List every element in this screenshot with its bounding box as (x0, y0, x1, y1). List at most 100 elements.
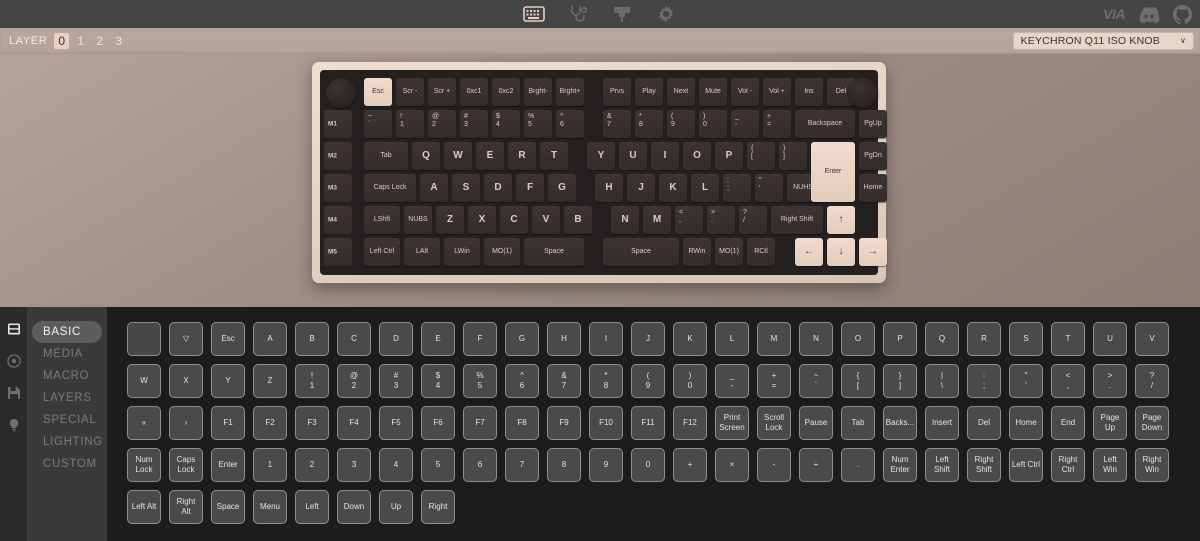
picker-key[interactable]: Space (211, 490, 245, 524)
save-rail-icon[interactable] (6, 385, 21, 400)
picker-key[interactable]: Left Win (1093, 448, 1127, 482)
picker-key[interactable]: Left Alt (127, 490, 161, 524)
picker-key[interactable]: Page Up (1093, 406, 1127, 440)
picker-key[interactable]: Print Screen (715, 406, 749, 440)
right-knob[interactable] (848, 78, 878, 108)
picker-key[interactable]: F3 (295, 406, 329, 440)
picker-key[interactable]: V (1135, 322, 1169, 356)
picker-key[interactable]: Backs... (883, 406, 917, 440)
picker-key[interactable]: Num Enter (883, 448, 917, 482)
keycap[interactable]: Right Shift (771, 206, 823, 234)
menu-item-custom[interactable]: CUSTOM (32, 453, 102, 475)
keycap[interactable]: % 5 (524, 110, 552, 138)
picker-key[interactable]: 2 (295, 448, 329, 482)
keycap[interactable]: : ; (723, 174, 751, 202)
picker-key[interactable]: Del (967, 406, 1001, 440)
keycap[interactable]: U (619, 142, 647, 170)
keycap[interactable]: ↓ (827, 238, 855, 266)
picker-key[interactable]: ~ ` (799, 364, 833, 398)
picker-key[interactable]: + = (757, 364, 791, 398)
picker-key[interactable]: F2 (253, 406, 287, 440)
picker-key[interactable]: I (589, 322, 623, 356)
keycap[interactable]: Ins (795, 78, 823, 106)
stethoscope-icon[interactable] (567, 3, 589, 25)
keyboard-rail-icon[interactable] (6, 321, 21, 336)
picker-key[interactable]: X (169, 364, 203, 398)
picker-key[interactable]: - (757, 448, 791, 482)
picker-key[interactable]: D (379, 322, 413, 356)
picker-key[interactable]: E (421, 322, 455, 356)
picker-key[interactable]: R (967, 322, 1001, 356)
picker-key[interactable]: Pause (799, 406, 833, 440)
picker-key[interactable]: 4 (379, 448, 413, 482)
picker-key[interactable]: % 5 (463, 364, 497, 398)
keycap[interactable]: G (548, 174, 576, 202)
picker-key[interactable]: Left (295, 490, 329, 524)
keycap[interactable]: 0xc2 (492, 78, 520, 106)
picker-key[interactable]: A (253, 322, 287, 356)
picker-key[interactable]: Tab (841, 406, 875, 440)
picker-key[interactable]: F7 (463, 406, 497, 440)
keycap[interactable]: W (444, 142, 472, 170)
picker-key[interactable]: ÷ (799, 448, 833, 482)
keycap[interactable]: Play (635, 78, 663, 106)
menu-item-layers[interactable]: LAYERS (32, 387, 102, 409)
macro-key-m4[interactable]: M4 (324, 206, 352, 234)
picker-key[interactable]: T (1051, 322, 1085, 356)
keycap[interactable]: _ - (731, 110, 759, 138)
layer-chip-2[interactable]: 2 (92, 33, 107, 49)
picker-key[interactable]: { [ (841, 364, 875, 398)
picker-key[interactable]: F1 (211, 406, 245, 440)
keycap[interactable]: H (595, 174, 623, 202)
keycap[interactable]: A (420, 174, 448, 202)
keycap[interactable]: + = (763, 110, 791, 138)
macro-key-m1[interactable]: M1 (324, 110, 352, 138)
keycap[interactable]: ← (795, 238, 823, 266)
keycap[interactable]: PgUp (859, 110, 887, 138)
keycap[interactable]: ! 1 (396, 110, 424, 138)
picker-key[interactable]: F9 (547, 406, 581, 440)
picker-key[interactable]: ^ 6 (505, 364, 539, 398)
picker-key[interactable]: 3 (337, 448, 371, 482)
picker-key[interactable]: Left Ctrl (1009, 448, 1043, 482)
keycap[interactable]: ) 0 (699, 110, 727, 138)
picker-key[interactable]: Esc (211, 322, 245, 356)
menu-item-media[interactable]: MEDIA (32, 343, 102, 365)
picker-key[interactable]: Home (1009, 406, 1043, 440)
keycap[interactable]: @ 2 (428, 110, 456, 138)
keycap[interactable]: RWin (683, 238, 711, 266)
macro-key-m5[interactable]: M5 (324, 238, 352, 266)
picker-key[interactable]: 6 (463, 448, 497, 482)
picker-key[interactable]: Q (925, 322, 959, 356)
picker-key[interactable]: K (673, 322, 707, 356)
picker-key[interactable]: : ; (967, 364, 1001, 398)
picker-key[interactable]: + (673, 448, 707, 482)
picker-key[interactable]: J (631, 322, 665, 356)
keycap[interactable]: M (643, 206, 671, 234)
keycap[interactable]: C (500, 206, 528, 234)
picker-key[interactable]: & 7 (547, 364, 581, 398)
picker-key[interactable]: 1 (253, 448, 287, 482)
picker-key[interactable]: H (547, 322, 581, 356)
keycap[interactable]: ↑ (827, 206, 855, 234)
picker-key[interactable]: ▽ (169, 322, 203, 356)
keycap[interactable]: & 7 (603, 110, 631, 138)
keycap[interactable]: Space (524, 238, 584, 266)
record-rail-icon[interactable] (6, 353, 21, 368)
picker-key[interactable]: O (841, 322, 875, 356)
picker-key[interactable]: › (169, 406, 203, 440)
keycap[interactable]: } ] (779, 142, 807, 170)
picker-key[interactable]: " ' (1009, 364, 1043, 398)
keycap[interactable]: Tab (364, 142, 408, 170)
picker-key[interactable]: 7 (505, 448, 539, 482)
picker-key[interactable]: Right (421, 490, 455, 524)
menu-item-special[interactable]: SPECIAL (32, 409, 102, 431)
picker-key[interactable]: 0 (631, 448, 665, 482)
keycap[interactable]: MO(1) (715, 238, 743, 266)
menu-item-basic[interactable]: BASIC (32, 321, 102, 343)
picker-key[interactable]: Caps Lock (169, 448, 203, 482)
keycap[interactable]: T (540, 142, 568, 170)
keycap[interactable]: NUBS (404, 206, 432, 234)
keycap[interactable]: Prvs (603, 78, 631, 106)
picker-key[interactable]: F10 (589, 406, 623, 440)
